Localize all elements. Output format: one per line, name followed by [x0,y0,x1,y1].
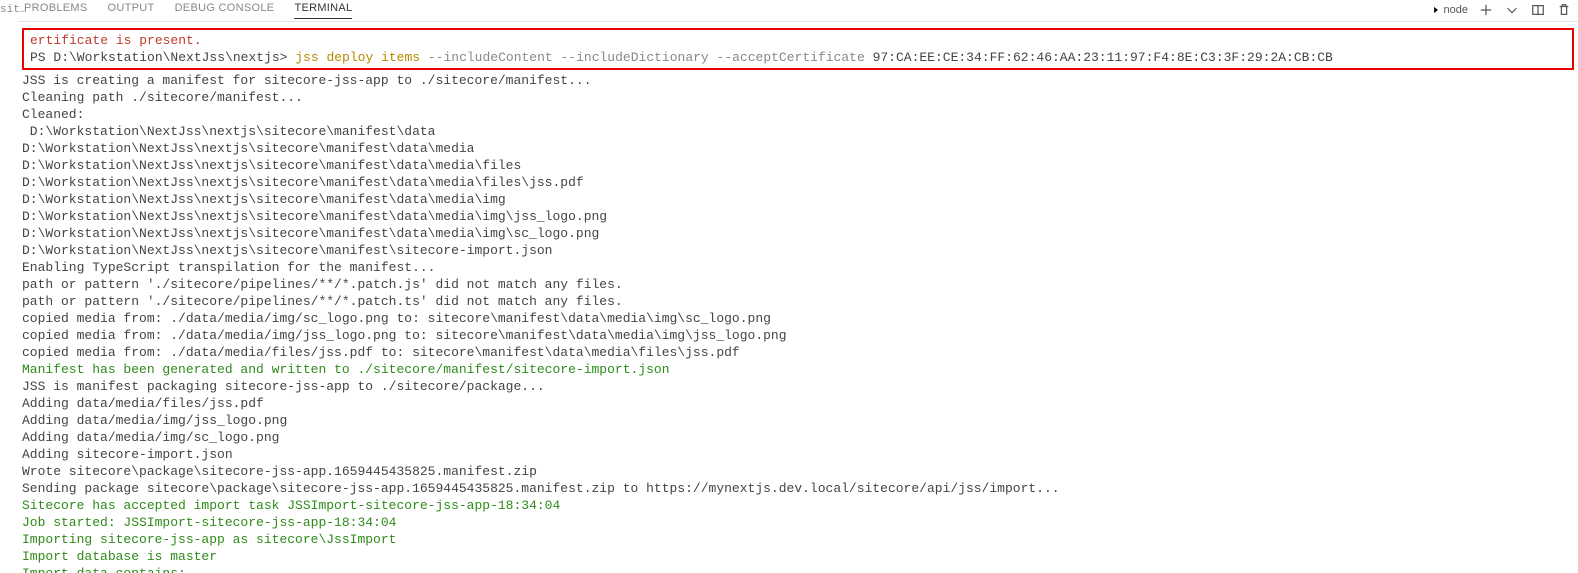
output-line: D:\Workstation\NextJss\nextjs\sitecore\m… [22,208,1574,225]
output-line: Adding data/media/img/sc_logo.png [22,429,1574,446]
tab-output[interactable]: OUTPUT [108,2,155,18]
output-line: path or pattern './sitecore/pipelines/**… [22,276,1574,293]
cmd-thumbprint: 97:CA:EE:CE:34:FF:62:46:AA:23:11:97:F4:8… [865,50,1333,65]
panel-actions: node [1431,2,1572,18]
plus-icon [1479,3,1493,17]
output-line-success: Manifest has been generated and written … [22,361,1574,378]
output-line-success: Import database is master [22,548,1574,565]
output-line-success: Sitecore has accepted import task JSSImp… [22,497,1574,514]
kill-terminal-button[interactable] [1556,2,1572,18]
prompt-ps: PS [30,50,53,65]
cmd-jss: jss [295,50,318,65]
output-line: JSS is manifest packaging sitecore-jss-a… [22,378,1574,395]
prompt-path: D:\Workstation\NextJss\nextjs> [53,50,295,65]
output-line: D:\Workstation\NextJss\nextjs\sitecore\m… [22,225,1574,242]
output-line: JSS is creating a manifest for sitecore-… [22,72,1574,89]
tab-terminal[interactable]: TERMINAL [294,2,352,19]
output-line: Cleaned: [22,106,1574,123]
gutter-label: sit… [0,4,18,16]
split-icon [1531,3,1545,17]
output-line-success: Job started: JSSImport-sitecore-jss-app-… [22,514,1574,531]
output-line: Adding data/media/img/jss_logo.png [22,412,1574,429]
terminal-output[interactable]: ertificate is present. PS D:\Workstation… [18,22,1578,573]
caret-right-icon [1431,5,1441,15]
output-line: D:\Workstation\NextJss\nextjs\sitecore\m… [22,157,1574,174]
prompt-line: PS D:\Workstation\NextJss\nextjs> jss de… [30,49,1566,66]
terminal-split-chevron[interactable] [1504,2,1520,18]
trash-icon [1557,3,1571,17]
output-line: copied media from: ./data/media/img/sc_l… [22,310,1574,327]
output-line: Cleaning path ./sitecore/manifest... [22,89,1574,106]
shell-selector[interactable]: node [1431,4,1468,16]
output-line: Wrote sitecore\package\sitecore-jss-app.… [22,463,1574,480]
output-line: copied media from: ./data/media/files/js… [22,344,1574,361]
tab-problems[interactable]: PROBLEMS [24,2,88,18]
chevron-down-icon [1505,3,1519,17]
output-line: D:\Workstation\NextJss\nextjs\sitecore\m… [22,123,1574,140]
cmd-flags: --includeContent --includeDictionary --a… [420,50,865,65]
tab-debug-console[interactable]: DEBUG CONSOLE [175,2,275,18]
output-line: Adding data/media/files/jss.pdf [22,395,1574,412]
output-line: copied media from: ./data/media/img/jss_… [22,327,1574,344]
command-highlight: ertificate is present. PS D:\Workstation… [22,28,1574,70]
output-line-success: Importing sitecore-jss-app as sitecore\J… [22,531,1574,548]
output-line-success: Import data contains: [22,565,1574,573]
output-line: Sending package sitecore\package\sitecor… [22,480,1574,497]
output-line: D:\Workstation\NextJss\nextjs\sitecore\m… [22,191,1574,208]
output-line: D:\Workstation\NextJss\nextjs\sitecore\m… [22,174,1574,191]
output-line: Enabling TypeScript transpilation for th… [22,259,1574,276]
output-line: D:\Workstation\NextJss\nextjs\sitecore\m… [22,140,1574,157]
split-terminal-button[interactable] [1530,2,1546,18]
cmd-args: deploy items [319,50,420,65]
panel-tabbar: PROBLEMS OUTPUT DEBUG CONSOLE TERMINAL n… [18,0,1578,22]
output-line: path or pattern './sitecore/pipelines/**… [22,293,1574,310]
editor-window: sit… PROBLEMS OUTPUT DEBUG CONSOLE TERMI… [0,0,1578,573]
new-terminal-button[interactable] [1478,2,1494,18]
output-line: Adding sitecore-import.json [22,446,1574,463]
output-line: D:\Workstation\NextJss\nextjs\sitecore\m… [22,242,1574,259]
panel-main: PROBLEMS OUTPUT DEBUG CONSOLE TERMINAL n… [18,0,1578,573]
error-tail-line: ertificate is present. [30,32,1566,49]
shell-name: node [1444,4,1468,16]
activity-gutter: sit… [0,0,18,573]
